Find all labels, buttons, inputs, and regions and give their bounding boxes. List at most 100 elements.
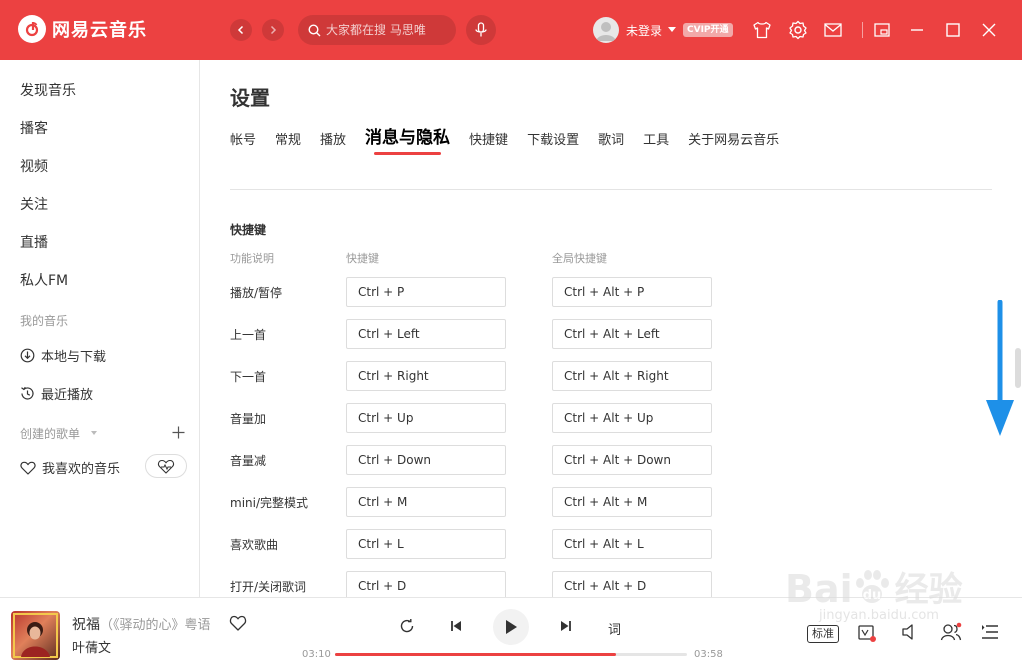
- heartbeat-icon: [157, 459, 175, 474]
- playlist-button[interactable]: [981, 624, 999, 640]
- search-input[interactable]: [326, 23, 446, 37]
- maximize-button[interactable]: [942, 19, 964, 41]
- sidebar-item-local-download[interactable]: 本地与下载: [20, 346, 106, 365]
- tab-about[interactable]: 关于网易云音乐: [688, 129, 779, 148]
- global-shortcut-input[interactable]: Ctrl + Alt + M: [552, 487, 712, 517]
- maximize-icon: [946, 23, 960, 37]
- skin-button[interactable]: [751, 19, 773, 41]
- total-time: 03:58: [694, 649, 723, 660]
- shortcut-label: 打开/关闭歌词: [230, 580, 307, 594]
- shortcut-input[interactable]: Ctrl + Left: [346, 319, 506, 349]
- heart-icon: [229, 615, 247, 631]
- sidebar-item-label: 本地与下载: [41, 350, 107, 365]
- playlist-icon: [982, 625, 998, 639]
- app-logo[interactable]: 网易云音乐: [18, 15, 147, 43]
- album-art-icon: [13, 613, 58, 658]
- album-cover[interactable]: [11, 611, 60, 660]
- play-button[interactable]: [493, 609, 529, 645]
- shortcut-section-title: 快捷键: [230, 223, 267, 237]
- listen-together-button[interactable]: [940, 622, 962, 642]
- tab-messages-privacy[interactable]: 消息与隐私: [365, 123, 450, 155]
- shortcut-input[interactable]: Ctrl + Right: [346, 361, 506, 391]
- shortcut-label: 音量减: [230, 454, 267, 468]
- back-button[interactable]: [230, 19, 252, 41]
- sidebar-item-label: 最近播放: [41, 388, 94, 403]
- like-button[interactable]: [229, 615, 247, 635]
- sidebar-item-recent[interactable]: 最近播放: [20, 384, 93, 403]
- watermark-cn: 经验: [894, 570, 963, 610]
- global-shortcut-input[interactable]: Ctrl + Alt + L: [552, 529, 712, 559]
- close-button[interactable]: [978, 19, 1000, 41]
- created-playlists-header[interactable]: 创建的歌单: [20, 425, 80, 442]
- quality-button[interactable]: 标准: [807, 625, 839, 643]
- repeat-button[interactable]: [399, 618, 415, 634]
- avatar[interactable]: [593, 17, 619, 43]
- tab-account[interactable]: 帐号: [230, 129, 256, 148]
- sidebar-item-podcast[interactable]: 播客: [20, 118, 48, 138]
- watermark-brand: Bai: [785, 567, 853, 611]
- heartbeat-mode-button[interactable]: [145, 454, 187, 478]
- close-icon: [982, 23, 996, 37]
- song-artist[interactable]: 叶蒨文: [72, 637, 111, 656]
- song-title-line[interactable]: 祝福（《驿动的心》粤语: [72, 614, 224, 634]
- baidu-jingyan-watermark: Bai du 经验 jingyan.baidu.com: [785, 562, 963, 623]
- vip-badge[interactable]: CVIP开通: [683, 23, 733, 37]
- tab-playback[interactable]: 播放: [320, 129, 346, 148]
- play-icon: [506, 620, 517, 634]
- column-header-global: 全局快捷键: [552, 252, 607, 265]
- sidebar-item-follow[interactable]: 关注: [20, 194, 48, 214]
- shortcut-input[interactable]: Ctrl + P: [346, 277, 506, 307]
- song-subtitle: （《驿动的心》粤语: [100, 618, 211, 633]
- mail-icon: [824, 23, 842, 37]
- tab-download[interactable]: 下载设置: [527, 129, 579, 148]
- lyrics-button[interactable]: 词: [608, 619, 621, 638]
- sidebar-item-favorites[interactable]: 我喜欢的音乐: [20, 458, 120, 477]
- voice-search-button[interactable]: [466, 15, 496, 45]
- tab-shortcuts[interactable]: 快捷键: [469, 129, 508, 148]
- sound-effect-button[interactable]: [857, 623, 877, 643]
- minimize-button[interactable]: [906, 19, 928, 41]
- shortcut-input[interactable]: Ctrl + Down: [346, 445, 506, 475]
- page-title: 设置: [230, 86, 270, 110]
- shortcut-input[interactable]: Ctrl + D: [346, 571, 506, 597]
- tab-general[interactable]: 常规: [275, 129, 301, 148]
- shortcut-input[interactable]: Ctrl + Up: [346, 403, 506, 433]
- chevron-left-icon: [237, 25, 244, 35]
- global-shortcut-input[interactable]: Ctrl + Alt + Up: [552, 403, 712, 433]
- shortcut-input[interactable]: Ctrl + M: [346, 487, 506, 517]
- login-link[interactable]: 未登录: [626, 22, 662, 39]
- previous-icon: [451, 621, 461, 631]
- shortcut-label: 上一首: [230, 328, 267, 342]
- divider: [230, 189, 992, 190]
- global-shortcut-input[interactable]: Ctrl + Alt + P: [552, 277, 712, 307]
- listen-together-icon: [940, 622, 962, 641]
- sidebar-item-video[interactable]: 视频: [20, 156, 48, 176]
- volume-button[interactable]: [901, 623, 919, 641]
- chevron-right-icon: [270, 25, 277, 35]
- caret-down-icon[interactable]: [91, 431, 97, 435]
- tab-tools[interactable]: 工具: [643, 129, 669, 148]
- add-playlist-button[interactable]: [172, 424, 185, 443]
- settings-page: 设置 帐号 常规 播放 消息与隐私 快捷键 下载设置 歌词 工具 关于网易云音乐…: [201, 60, 1013, 597]
- global-shortcut-input[interactable]: Ctrl + Alt + Left: [552, 319, 712, 349]
- heart-icon: [20, 461, 36, 475]
- settings-button[interactable]: [787, 19, 809, 41]
- messages-button[interactable]: [822, 19, 844, 41]
- shortcut-input[interactable]: Ctrl + L: [346, 529, 506, 559]
- previous-button[interactable]: [449, 619, 463, 633]
- sound-effect-icon: [858, 625, 876, 642]
- global-shortcut-input[interactable]: Ctrl + Alt + Right: [552, 361, 712, 391]
- global-shortcut-input[interactable]: Ctrl + Alt + Down: [552, 445, 712, 475]
- next-button[interactable]: [559, 619, 573, 633]
- caret-down-icon[interactable]: [668, 27, 676, 32]
- sidebar-item-fm[interactable]: 私人FM: [20, 270, 68, 290]
- shortcut-label: 播放/暂停: [230, 286, 283, 300]
- progress-bar[interactable]: [335, 653, 687, 656]
- forward-button[interactable]: [262, 19, 284, 41]
- search-box[interactable]: [298, 15, 456, 45]
- tab-lyrics[interactable]: 歌词: [598, 129, 624, 148]
- sidebar-item-discover[interactable]: 发现音乐: [20, 80, 76, 100]
- mini-mode-button[interactable]: [871, 19, 893, 41]
- global-shortcut-input[interactable]: Ctrl + Alt + D: [552, 571, 712, 597]
- sidebar-item-live[interactable]: 直播: [20, 232, 48, 252]
